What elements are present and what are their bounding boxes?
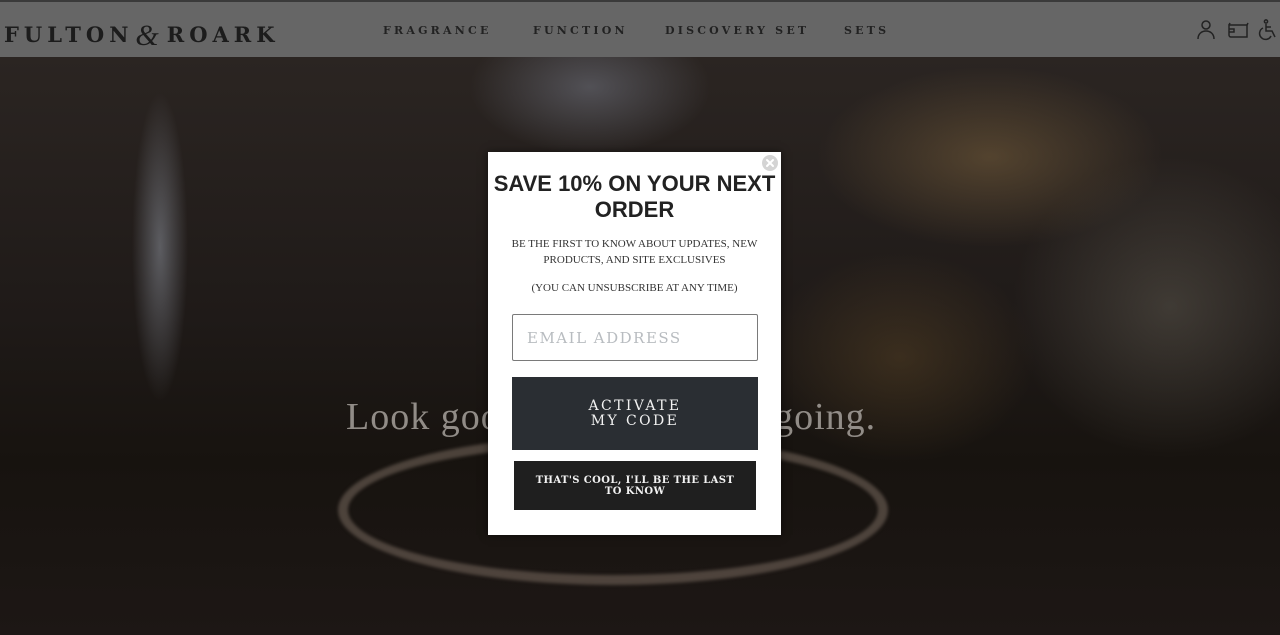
activate-code-button[interactable]: ACTIVATE MY CODE <box>512 377 758 450</box>
popup-title: SAVE 10% ON YOUR NEXT ORDER <box>493 171 776 222</box>
close-icon <box>766 159 774 167</box>
close-button[interactable] <box>762 155 778 171</box>
popup-unsubscribe-note: (YOU CAN UNSUBSCRIBE AT ANY TIME) <box>531 282 738 294</box>
newsletter-popup: SAVE 10% ON YOUR NEXT ORDER BE THE FIRST… <box>488 152 781 535</box>
decline-button[interactable]: THAT'S COOL, I'LL BE THE LAST TO KNOW <box>514 461 756 510</box>
email-field[interactable] <box>512 314 758 361</box>
popup-subtitle: BE THE FIRST TO KNOW ABOUT UPDATES, NEW … <box>511 238 758 266</box>
